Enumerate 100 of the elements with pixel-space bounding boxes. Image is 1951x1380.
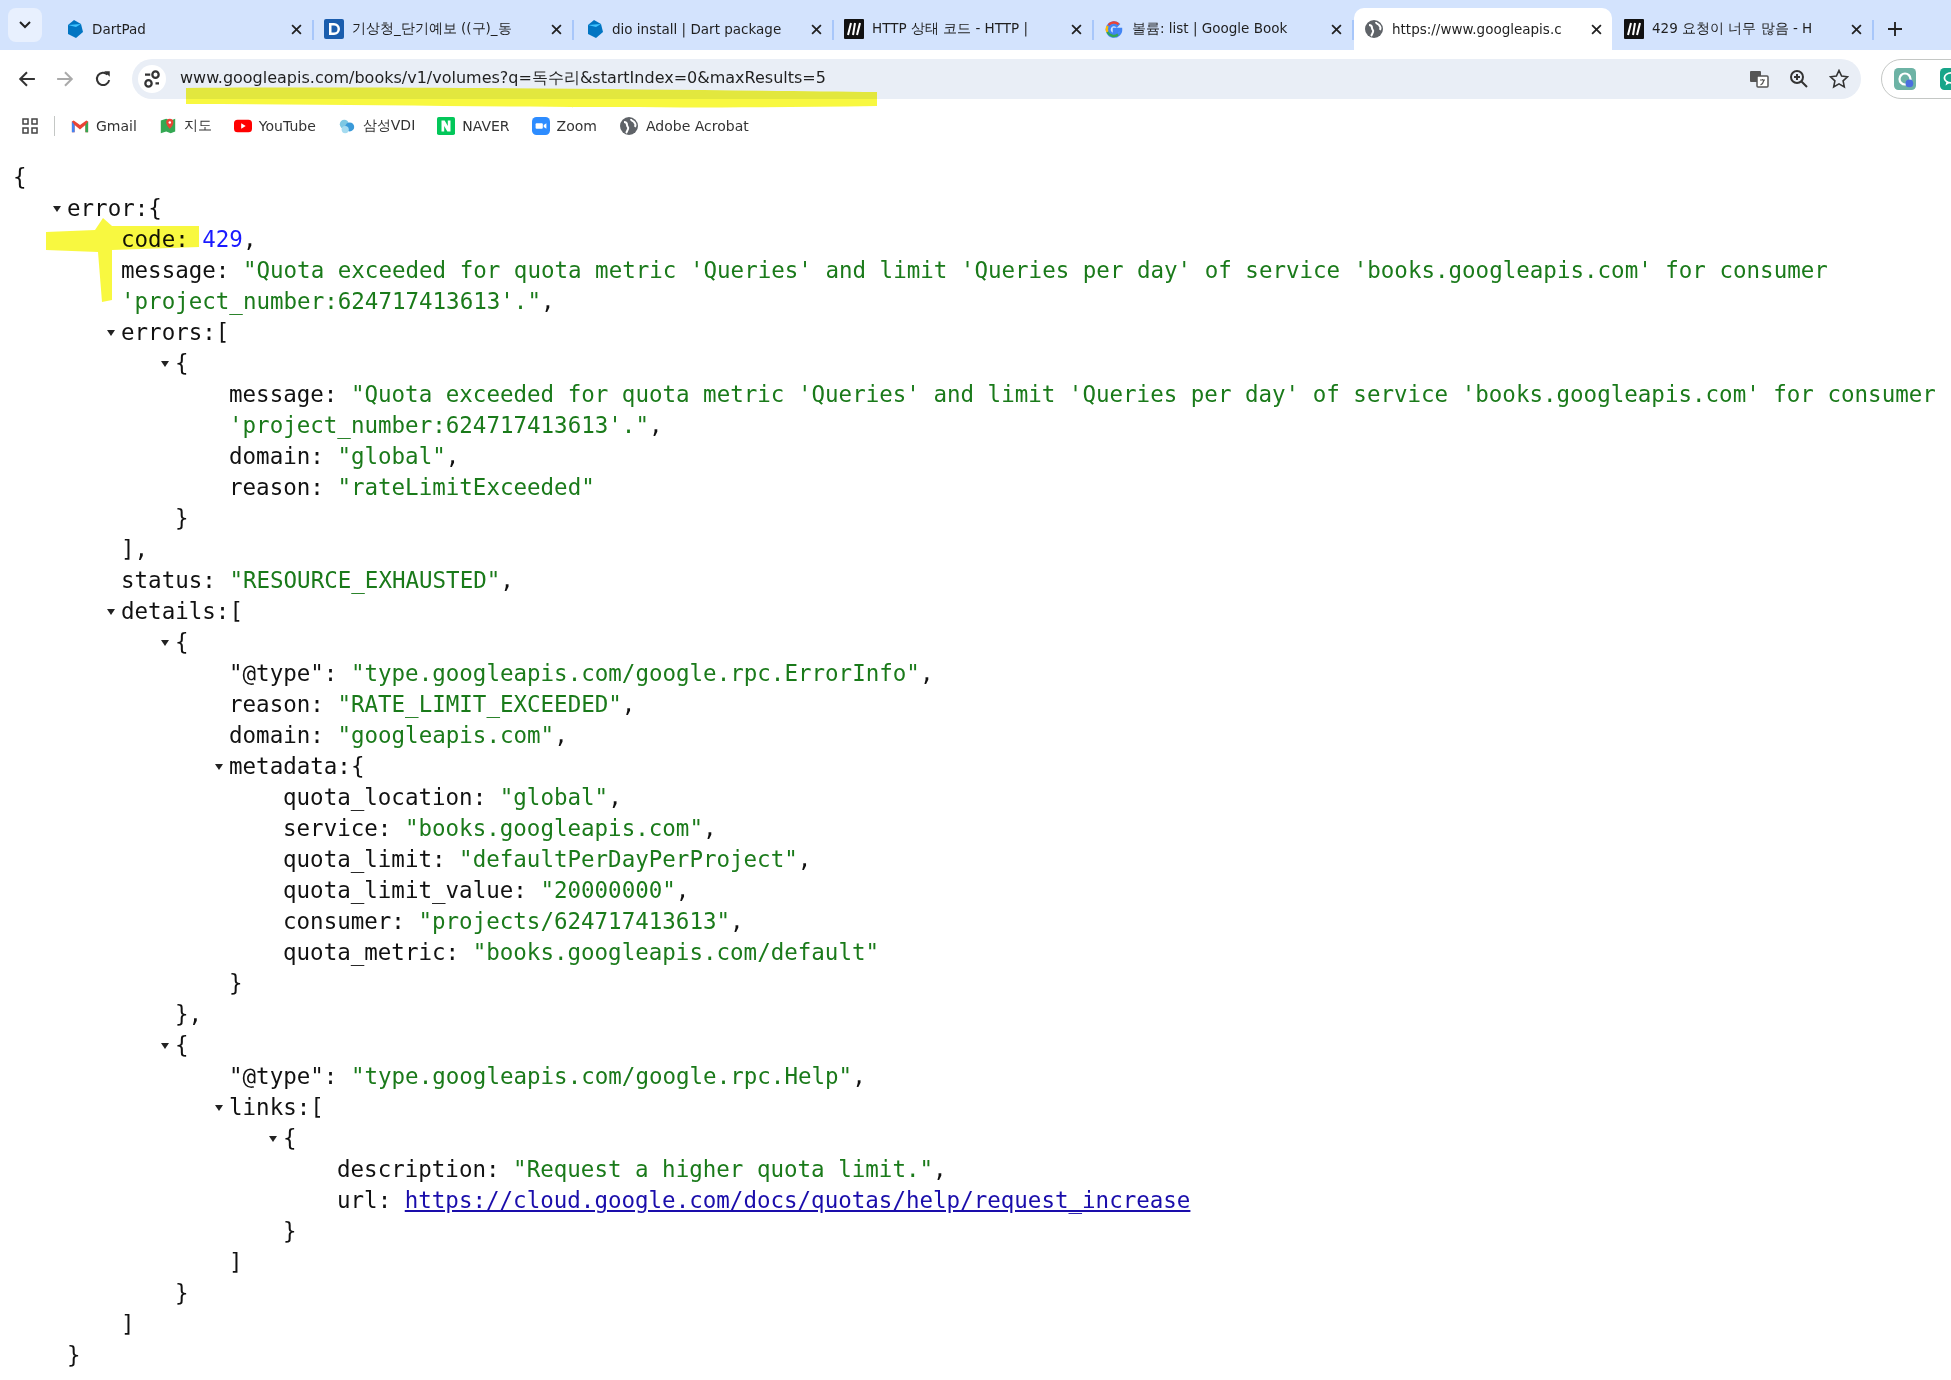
tab-title: 볼륨: list | Google Book (1132, 20, 1289, 38)
tab-search-button[interactable] (8, 8, 42, 42)
disclosure-triangle-icon[interactable] (52, 204, 62, 214)
bookmark-label: 지도 (183, 117, 212, 135)
json-key: links: (229, 1094, 311, 1120)
bookmark-label: 삼성VDI (362, 117, 416, 135)
square-logo-icon (324, 19, 344, 39)
json-property: domain: "global", (229, 442, 461, 471)
json-key: details: (121, 598, 230, 624)
new-tab-icon[interactable] (1888, 22, 1902, 36)
json-property: code: 429, (121, 225, 258, 254)
extension-icon[interactable] (1894, 67, 1916, 90)
bookmark-item[interactable]: Gmail (71, 117, 137, 135)
close-icon[interactable] (1331, 23, 1342, 35)
browser-tab[interactable]: https://www.googleapis.c (1354, 8, 1612, 50)
close-icon[interactable] (1851, 23, 1862, 35)
bookmark-item[interactable]: 삼성VDI (337, 117, 416, 135)
square-logo-icon (437, 117, 456, 135)
disclosure-triangle-icon[interactable] (214, 762, 224, 772)
disclosure-triangle-icon[interactable] (160, 638, 170, 648)
bookmark-item[interactable]: NAVER (437, 117, 510, 135)
json-bracket: { (175, 350, 189, 376)
json-bracket: }, (175, 1001, 203, 1027)
close-icon[interactable] (1591, 23, 1602, 35)
json-bracket: ] (121, 1311, 135, 1337)
json-bracket: [ (310, 1094, 324, 1120)
tab-title: 기상청_단기예보 ((구)_동 (352, 20, 513, 38)
json-bracket: { (175, 629, 189, 655)
json-bracket: ] (229, 1249, 243, 1275)
play-logo-icon (233, 117, 252, 135)
json-property: domain: "googleapis.com", (229, 721, 569, 750)
close-icon[interactable] (291, 23, 302, 35)
reload-icon[interactable] (94, 69, 112, 88)
bookmark-item[interactable]: Adobe Acrobat (618, 116, 749, 136)
disclosure-triangle-icon[interactable] (106, 607, 116, 617)
bookmark-label: YouTube (258, 118, 316, 134)
cloud-icon (337, 117, 356, 135)
browser-tab[interactable]: 볼륨: list | Google Book (1094, 8, 1352, 50)
map-pin-icon (158, 117, 177, 135)
tab-title: dio install | Dart package (612, 21, 783, 37)
bookmark-item[interactable]: YouTube (233, 117, 316, 135)
close-icon[interactable] (551, 23, 562, 35)
json-bracket: } (229, 970, 243, 996)
json-bracket: } (283, 1218, 297, 1244)
close-icon[interactable] (811, 23, 822, 35)
address-bar[interactable]: www.googleapis.com/books/v1/volumes?q=독수리&startIndex=0&maxResults=5 (132, 58, 1861, 99)
translate-icon[interactable] (1749, 68, 1769, 89)
site-settings-icon[interactable] (138, 64, 166, 93)
json-bracket: } (175, 1280, 189, 1306)
disclosure-triangle-icon[interactable] (268, 1134, 278, 1144)
json-bracket: } (67, 1342, 81, 1368)
globe-icon (618, 116, 639, 136)
browser-tab[interactable]: 기상청_단기예보 ((구)_동 (314, 8, 572, 50)
json-property: description: "Request a higher quota limit.", (337, 1155, 948, 1184)
json-key: errors: (121, 319, 216, 345)
close-icon[interactable] (1071, 23, 1082, 35)
apps-grid-icon[interactable] (22, 118, 38, 134)
tab-title: HTTP 상태 코드 - HTTP | (872, 20, 1029, 38)
tab-title: https://www.googleapis.c (1392, 21, 1563, 37)
disclosure-triangle-icon[interactable] (214, 1103, 224, 1113)
json-bracket: { (350, 753, 365, 779)
json-property: reason: "RATE_LIMIT_EXCEEDED", (229, 690, 637, 720)
json-property: service: "books.googleapis.com", (283, 814, 718, 843)
json-bracket: { (148, 195, 162, 221)
browser-tab[interactable]: 429 요청이 너무 많음 - H (1614, 8, 1872, 50)
square-logo-icon (1624, 19, 1644, 39)
json-property: "@type": "type.googleapis.com/google.rpc.ErrorInfo", (229, 659, 935, 688)
json-property: reason: "rateLimitExceeded" (229, 473, 596, 502)
browser-tab[interactable]: dio install | Dart package (574, 8, 832, 50)
bookmark-item[interactable]: Zoom (531, 117, 597, 135)
tab-title: 429 요청이 너무 많음 - H (1652, 20, 1814, 38)
video-camera-icon (531, 117, 550, 135)
disclosure-triangle-icon[interactable] (106, 328, 116, 338)
json-key: url: (337, 1187, 392, 1213)
back-icon[interactable] (18, 69, 36, 88)
bookmark-label: Zoom (556, 118, 597, 134)
chevron-down-icon (19, 21, 31, 29)
json-property: quota_limit: "defaultPerDayPerProject", (283, 845, 813, 875)
json-bracket: { (283, 1125, 297, 1151)
square-logo-icon (844, 19, 864, 39)
json-bracket: } (175, 505, 189, 531)
json-property: consumer: "projects/624717413613", (283, 907, 745, 936)
json-bracket: [ (215, 319, 230, 345)
json-bracket: ], (121, 536, 149, 562)
google-logo-icon (1104, 19, 1124, 39)
browser-tab[interactable]: HTTP 상태 코드 - HTTP | (834, 8, 1092, 50)
disclosure-triangle-icon[interactable] (160, 1041, 170, 1051)
json-property: quota_location: "global", (283, 783, 623, 813)
json-link[interactable]: https://cloud.google.com/docs/quotas/help/request_increase (404, 1187, 1191, 1213)
json-property: status: "RESOURCE_EXHAUSTED", (121, 566, 515, 596)
star-icon[interactable] (1829, 68, 1849, 89)
json-property: quota_metric: "books.googleapis.com/default" (283, 938, 881, 968)
tab-title: DartPad (92, 21, 147, 37)
bookmark-label: Gmail (96, 118, 137, 134)
json-bracket: { (13, 164, 27, 190)
zoom-icon[interactable] (1789, 68, 1809, 89)
disclosure-triangle-icon[interactable] (160, 359, 170, 369)
bookmark-item[interactable]: 지도 (158, 117, 212, 135)
json-key: metadata: (229, 753, 351, 779)
browser-tab[interactable]: DartPad (54, 8, 312, 50)
